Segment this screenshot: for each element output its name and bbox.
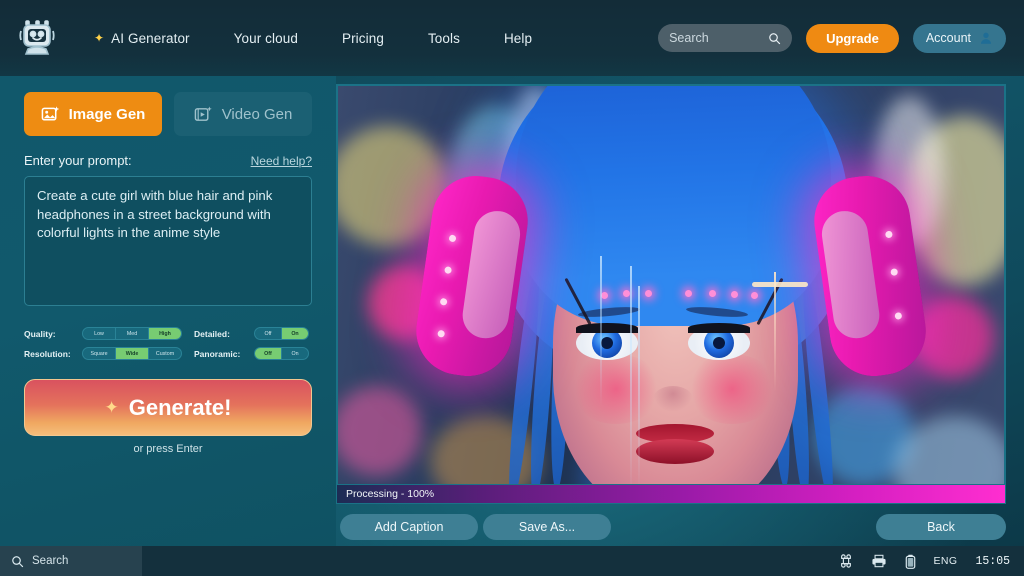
options-column-right: Detailed: Off On Panoramic: Off On bbox=[194, 327, 309, 360]
nav-links: ✦ AI Generator Your cloud Pricing Tools … bbox=[82, 23, 554, 54]
processing-progress-bar: Processing - 100% bbox=[336, 484, 1006, 504]
command-icon[interactable] bbox=[839, 554, 853, 568]
back-button[interactable]: Back bbox=[876, 514, 1006, 540]
option-detailed-label: Detailed: bbox=[194, 329, 254, 339]
save-as-button[interactable]: Save As... bbox=[483, 514, 611, 540]
os-taskbar: Search ENG 15:05 bbox=[0, 546, 1024, 576]
prompt-header: Enter your prompt: Need help? bbox=[24, 153, 312, 168]
option-resolution: Resolution: Square Wide Custom bbox=[24, 347, 194, 360]
search-icon bbox=[11, 555, 24, 568]
language-indicator[interactable]: ENG bbox=[934, 555, 958, 567]
detailed-toggle[interactable]: Off On bbox=[254, 327, 309, 340]
search-input[interactable]: Search bbox=[658, 24, 792, 52]
nav-item-help[interactable]: Help bbox=[482, 23, 554, 54]
user-avatar-icon bbox=[979, 31, 993, 45]
tab-image-gen[interactable]: Image Gen bbox=[24, 92, 162, 136]
nav-item-ai-generator[interactable]: ✦ AI Generator bbox=[82, 23, 212, 54]
image-sparkle-icon bbox=[41, 105, 60, 124]
upgrade-button[interactable]: Upgrade bbox=[806, 24, 899, 53]
resolution-segmented-control[interactable]: Square Wide Custom bbox=[82, 347, 182, 360]
option-quality-label: Quality: bbox=[24, 329, 82, 339]
nav-right-group: Search Upgrade Account bbox=[658, 24, 1006, 53]
search-icon bbox=[768, 32, 781, 45]
generator-sidebar-panel: Image Gen Video Gen Enter your prompt: N… bbox=[0, 76, 336, 546]
taskbar-search-label: Search bbox=[32, 555, 68, 567]
option-panoramic-label: Panoramic: bbox=[194, 349, 254, 359]
eye-right bbox=[688, 326, 750, 360]
image-preview-canvas[interactable] bbox=[336, 84, 1006, 502]
resolution-option-wide[interactable]: Wide bbox=[116, 348, 149, 359]
generation-options: Quality: Low Med High Resolution: Square… bbox=[24, 327, 312, 360]
quality-segmented-control[interactable]: Low Med High bbox=[82, 327, 182, 340]
option-detailed: Detailed: Off On bbox=[194, 327, 309, 340]
account-button[interactable]: Account bbox=[913, 24, 1006, 53]
quality-option-high[interactable]: High bbox=[149, 328, 181, 339]
nav-item-tools[interactable]: Tools bbox=[406, 23, 482, 54]
generator-mode-tabs: Image Gen Video Gen bbox=[24, 92, 312, 136]
eye-left bbox=[576, 326, 638, 360]
option-resolution-label: Resolution: bbox=[24, 349, 82, 359]
prompt-input[interactable] bbox=[24, 176, 312, 306]
options-column-left: Quality: Low Med High Resolution: Square… bbox=[24, 327, 194, 360]
generated-artwork bbox=[338, 86, 1004, 500]
robot-head-icon[interactable] bbox=[18, 18, 58, 58]
prompt-label: Enter your prompt: bbox=[24, 153, 132, 168]
top-navigation-bar: ✦ AI Generator Your cloud Pricing Tools … bbox=[0, 0, 1024, 76]
taskbar-search-input[interactable]: Search bbox=[0, 546, 142, 576]
press-enter-hint: or press Enter bbox=[24, 443, 312, 455]
detailed-option-on[interactable]: On bbox=[282, 328, 308, 339]
quality-option-med[interactable]: Med bbox=[116, 328, 149, 339]
option-panoramic: Panoramic: Off On bbox=[194, 347, 309, 360]
panoramic-option-on[interactable]: On bbox=[282, 348, 308, 359]
panoramic-toggle[interactable]: Off On bbox=[254, 347, 309, 360]
video-sparkle-icon bbox=[194, 105, 213, 124]
account-label: Account bbox=[926, 31, 971, 45]
nav-item-pricing[interactable]: Pricing bbox=[320, 23, 406, 54]
resolution-option-square[interactable]: Square bbox=[83, 348, 116, 359]
need-help-link[interactable]: Need help? bbox=[251, 154, 312, 168]
add-caption-button[interactable]: Add Caption bbox=[340, 514, 478, 540]
generate-button[interactable]: ✦ Generate! bbox=[24, 379, 312, 436]
nav-item-your-cloud[interactable]: Your cloud bbox=[212, 23, 320, 54]
image-action-bar: Add Caption Save As... Back bbox=[336, 514, 1006, 542]
search-placeholder: Search bbox=[669, 31, 762, 45]
clock[interactable]: 15:05 bbox=[975, 555, 1010, 568]
battery-icon[interactable] bbox=[905, 554, 916, 569]
printer-icon[interactable] bbox=[871, 554, 887, 568]
tab-video-gen-label: Video Gen bbox=[222, 106, 293, 123]
detailed-option-off[interactable]: Off bbox=[255, 328, 282, 339]
option-quality: Quality: Low Med High bbox=[24, 327, 194, 340]
sparkle-icon: ✦ bbox=[105, 398, 119, 418]
panoramic-option-off[interactable]: Off bbox=[255, 348, 282, 359]
resolution-option-custom[interactable]: Custom bbox=[149, 348, 181, 359]
generate-button-label: Generate! bbox=[129, 395, 232, 421]
processing-progress-label: Processing - 100% bbox=[337, 488, 434, 500]
tab-video-gen[interactable]: Video Gen bbox=[174, 92, 312, 136]
tab-image-gen-label: Image Gen bbox=[69, 106, 146, 123]
system-tray: ENG 15:05 bbox=[839, 554, 1024, 569]
nav-item-label: AI Generator bbox=[111, 31, 190, 46]
quality-option-low[interactable]: Low bbox=[83, 328, 116, 339]
sparkle-icon: ✦ bbox=[94, 32, 104, 44]
lips bbox=[636, 424, 714, 464]
